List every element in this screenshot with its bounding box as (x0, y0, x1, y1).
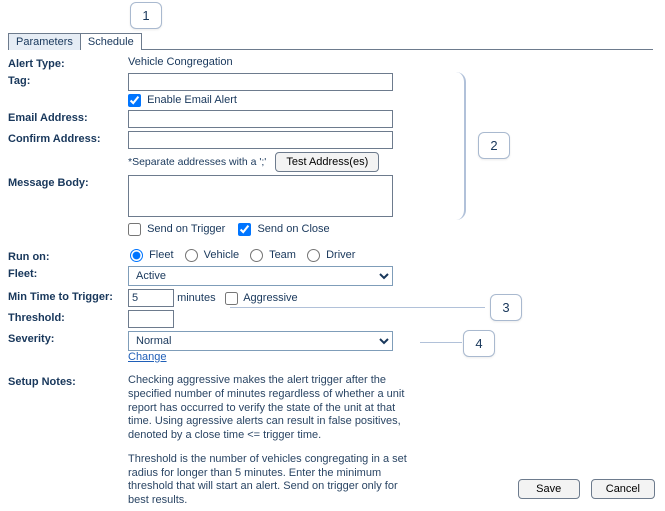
run-team-label[interactable]: Team (248, 249, 299, 261)
email-input[interactable] (128, 110, 393, 128)
enable-email-label[interactable]: Enable Email Alert (128, 94, 237, 106)
send-trigger-checkbox[interactable] (128, 223, 141, 236)
fleet-select[interactable]: Active (128, 266, 393, 286)
run-driver-radio[interactable] (307, 249, 320, 262)
enable-email-checkbox[interactable] (128, 94, 141, 107)
send-trigger-label[interactable]: Send on Trigger (128, 223, 228, 235)
label-confirm: Confirm Address: (8, 131, 128, 145)
save-button[interactable]: Save (518, 479, 580, 499)
minutes-text: minutes (177, 292, 216, 304)
label-severity: Severity: (8, 331, 128, 345)
label-alert-type: Alert Type: (8, 56, 128, 70)
send-trigger-text: Send on Trigger (147, 223, 225, 235)
tab-bar: ParametersSchedule (8, 32, 653, 50)
label-msg-body: Message Body: (8, 175, 128, 189)
tag-input[interactable] (128, 73, 393, 91)
label-threshold: Threshold: (8, 310, 128, 324)
aggressive-text: Aggressive (243, 292, 297, 304)
cancel-button[interactable]: Cancel (591, 479, 655, 499)
severity-select[interactable]: Normal (128, 331, 393, 351)
run-driver-text: Driver (326, 249, 355, 261)
label-email: Email Address: (8, 110, 128, 124)
change-link[interactable]: Change (128, 351, 167, 363)
run-vehicle-radio[interactable] (185, 249, 198, 262)
separator-hint: *Separate addresses with a ';' (128, 156, 266, 168)
test-addresses-button[interactable]: Test Address(es) (275, 152, 379, 172)
label-min-time: Min Time to Trigger: (8, 289, 128, 303)
tab-parameters[interactable]: Parameters (8, 33, 81, 50)
setup-notes-p2: Threshold is the number of vehicles cong… (128, 453, 413, 508)
run-team-text: Team (269, 249, 296, 261)
alert-type-value: Vehicle Congregation (128, 56, 438, 68)
min-time-input[interactable] (128, 289, 174, 307)
aggressive-label[interactable]: Aggressive (225, 292, 298, 304)
send-close-text: Send on Close (257, 223, 329, 235)
run-team-radio[interactable] (250, 249, 263, 262)
run-fleet-label[interactable]: Fleet (128, 249, 177, 261)
label-tag: Tag: (8, 73, 128, 87)
run-fleet-text: Fleet (149, 249, 173, 261)
enable-email-text: Enable Email Alert (147, 94, 237, 106)
label-setup-notes: Setup Notes: (8, 374, 128, 388)
send-close-checkbox[interactable] (238, 223, 251, 236)
run-vehicle-label[interactable]: Vehicle (183, 249, 243, 261)
label-run-on: Run on: (8, 249, 128, 263)
threshold-input[interactable] (128, 310, 174, 328)
run-vehicle-text: Vehicle (204, 249, 239, 261)
tab-schedule[interactable]: Schedule (80, 33, 142, 50)
run-fleet-radio[interactable] (130, 249, 143, 262)
message-body-textarea[interactable] (128, 175, 393, 217)
aggressive-checkbox[interactable] (225, 292, 238, 305)
setup-notes: Checking aggressive makes the alert trig… (128, 374, 413, 508)
callout-1: 1 (130, 2, 162, 29)
run-driver-label[interactable]: Driver (305, 249, 355, 261)
confirm-input[interactable] (128, 131, 393, 149)
setup-notes-p1: Checking aggressive makes the alert trig… (128, 374, 413, 443)
label-fleet: Fleet: (8, 266, 128, 280)
send-close-label[interactable]: Send on Close (238, 223, 329, 235)
